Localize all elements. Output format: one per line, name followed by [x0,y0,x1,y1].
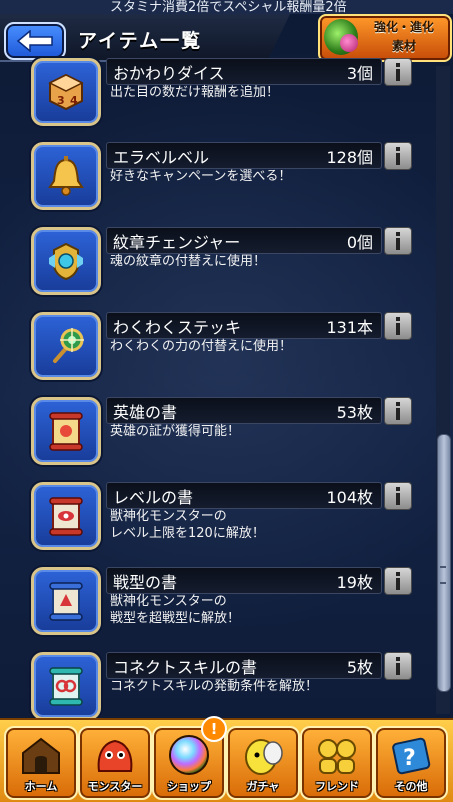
item-count: 19枚 [336,573,373,592]
emblem-changer-icon [31,227,101,295]
nav-gacha-button[interactable]: ガチャ [226,726,300,800]
info-button[interactable] [384,397,412,425]
item-name-bar: 英雄の書 53枚 [106,397,382,424]
gacha-egg-icon [228,734,298,776]
item-name: おかわりダイス [113,64,225,83]
info-icon [396,657,400,675]
info-button[interactable] [384,482,412,510]
back-arrow-icon [16,30,53,52]
item-name: わくわくステッキ [113,318,242,337]
dice-icon: 3 4 [31,58,101,126]
info-icon [396,402,400,420]
item-description: 出た目の数だけ報酬を追加！ [110,85,280,100]
back-button[interactable] [4,22,66,60]
info-icon [396,572,400,590]
item-description-line1: 獣神化モンスターの [110,594,227,609]
item-name-bar: 紋章チェンジャー 0個 [106,227,382,254]
bell-icon [31,142,101,210]
svg-text:4: 4 [70,94,78,107]
item-description-line2: 戦型を超戦型に解放！ [110,611,241,626]
scrollbar-grip-icon [440,566,446,584]
item-description-line1: 獣神化モンスターの [110,509,227,524]
item-name: エラベルベル [113,148,210,167]
info-icon [396,487,400,505]
nav-monster-button[interactable]: モンスター [78,726,152,800]
list-item[interactable]: 英雄の書 53枚 英雄の証が獲得可能！ [0,397,435,481]
info-icon [396,232,400,250]
page-title: アイテム一覧 [78,30,203,52]
item-description: コネクトスキルの発動条件を解放！ [110,679,319,694]
item-description: 英雄の証が獲得可能！ [110,424,241,439]
connect-skill-book-scroll-icon [31,652,101,720]
wand-icon [31,312,101,380]
nav-home-button[interactable]: ホーム [4,726,78,800]
list-item[interactable]: 3 4 おかわりダイス 3個 出た目の数だけ報酬を追加！ [0,58,435,142]
monster-icon [80,734,150,776]
info-button[interactable] [384,142,412,170]
top-note-strip: スタミナ消費2倍でスペシャル報酬量2倍 [0,0,453,14]
item-count: 5枚 [346,658,373,677]
item-name-bar: コネクトスキルの書 5枚 [106,652,382,679]
item-name-bar: 戦型の書 19枚 [106,567,382,594]
info-button[interactable] [384,227,412,255]
item-name: 戦型の書 [113,573,178,592]
nav-other-label: その他 [394,780,428,793]
item-name: 紋章チェンジャー [113,233,241,252]
item-name: レベルの書 [113,488,194,507]
info-button[interactable] [384,652,412,680]
scrollbar-thumb[interactable] [437,434,451,692]
item-description: 好きなキャンペーンを選べる！ [110,169,292,184]
list-item[interactable]: レベルの書 104枚 獣神化モンスターの レベル上限を120に解放！ [0,482,435,566]
list-item[interactable]: わくわくステッキ 131本 わくわくの力の付替えに使用！ [0,312,435,396]
info-button[interactable] [384,312,412,340]
item-description: わくわくの力の付替えに使用！ [110,339,293,354]
svg-text:?: ? [403,746,416,771]
item-name-bar: レベルの書 104枚 [106,482,382,509]
item-count: 131本 [326,318,373,337]
battle-type-book-scroll-icon [31,567,101,635]
nav-home-label: ホーム [24,780,58,793]
info-icon [396,317,400,335]
list-item[interactable]: 戦型の書 19枚 獣神化モンスターの 戦型を超戦型に解放！ [0,567,435,651]
nav-friend-label: フレンド [315,780,359,793]
item-name-bar: おかわりダイス 3個 [106,58,382,85]
item-count: 53枚 [336,403,373,422]
level-book-scroll-icon [31,482,101,550]
item-description: 魂の紋章の付替えに使用！ [110,254,267,269]
item-count: 3個 [346,64,373,83]
evo-label-line1: 強化・進化 [373,20,434,34]
nav-shop-label: ショップ [167,780,211,793]
item-name: 英雄の書 [113,403,178,422]
svg-text:3: 3 [57,94,65,107]
item-description-line2: レベル上限を120に解放！ [110,526,265,541]
nav-other-button[interactable]: ? その他 [374,726,448,800]
nav-friend-button[interactable]: フレンド [300,726,374,800]
home-icon [6,734,76,776]
item-count: 104枚 [326,488,373,507]
top-note-text: スタミナ消費2倍でスペシャル報酬量2倍 [110,0,347,14]
nav-gacha-label: ガチャ [246,780,280,793]
info-button[interactable] [384,567,412,595]
material-orb-small-icon [340,34,358,52]
item-name-bar: エラベルベル 128個 [106,142,382,169]
info-icon [396,147,400,165]
friend-icon [302,734,372,776]
evo-label-line2: 素材 [391,39,416,53]
list-item[interactable]: エラベルベル 128個 好きなキャンペーンを選べる！ [0,142,435,226]
info-icon [396,63,400,81]
enhance-evolve-materials-button[interactable]: 強化・進化 素材 [318,14,452,62]
item-name: コネクトスキルの書 [113,658,258,677]
question-mark-icon: ? [376,734,446,776]
list-item[interactable]: 紋章チェンジャー 0個 魂の紋章の付替えに使用！ [0,227,435,311]
hero-book-scroll-icon [31,397,101,465]
item-count: 0個 [346,233,373,252]
nav-monster-label: モンスター [87,780,143,793]
item-count: 128個 [326,148,373,167]
shop-notification-badge: ! [201,716,227,742]
info-button[interactable] [384,58,412,86]
item-name-bar: わくわくステッキ 131本 [106,312,382,339]
